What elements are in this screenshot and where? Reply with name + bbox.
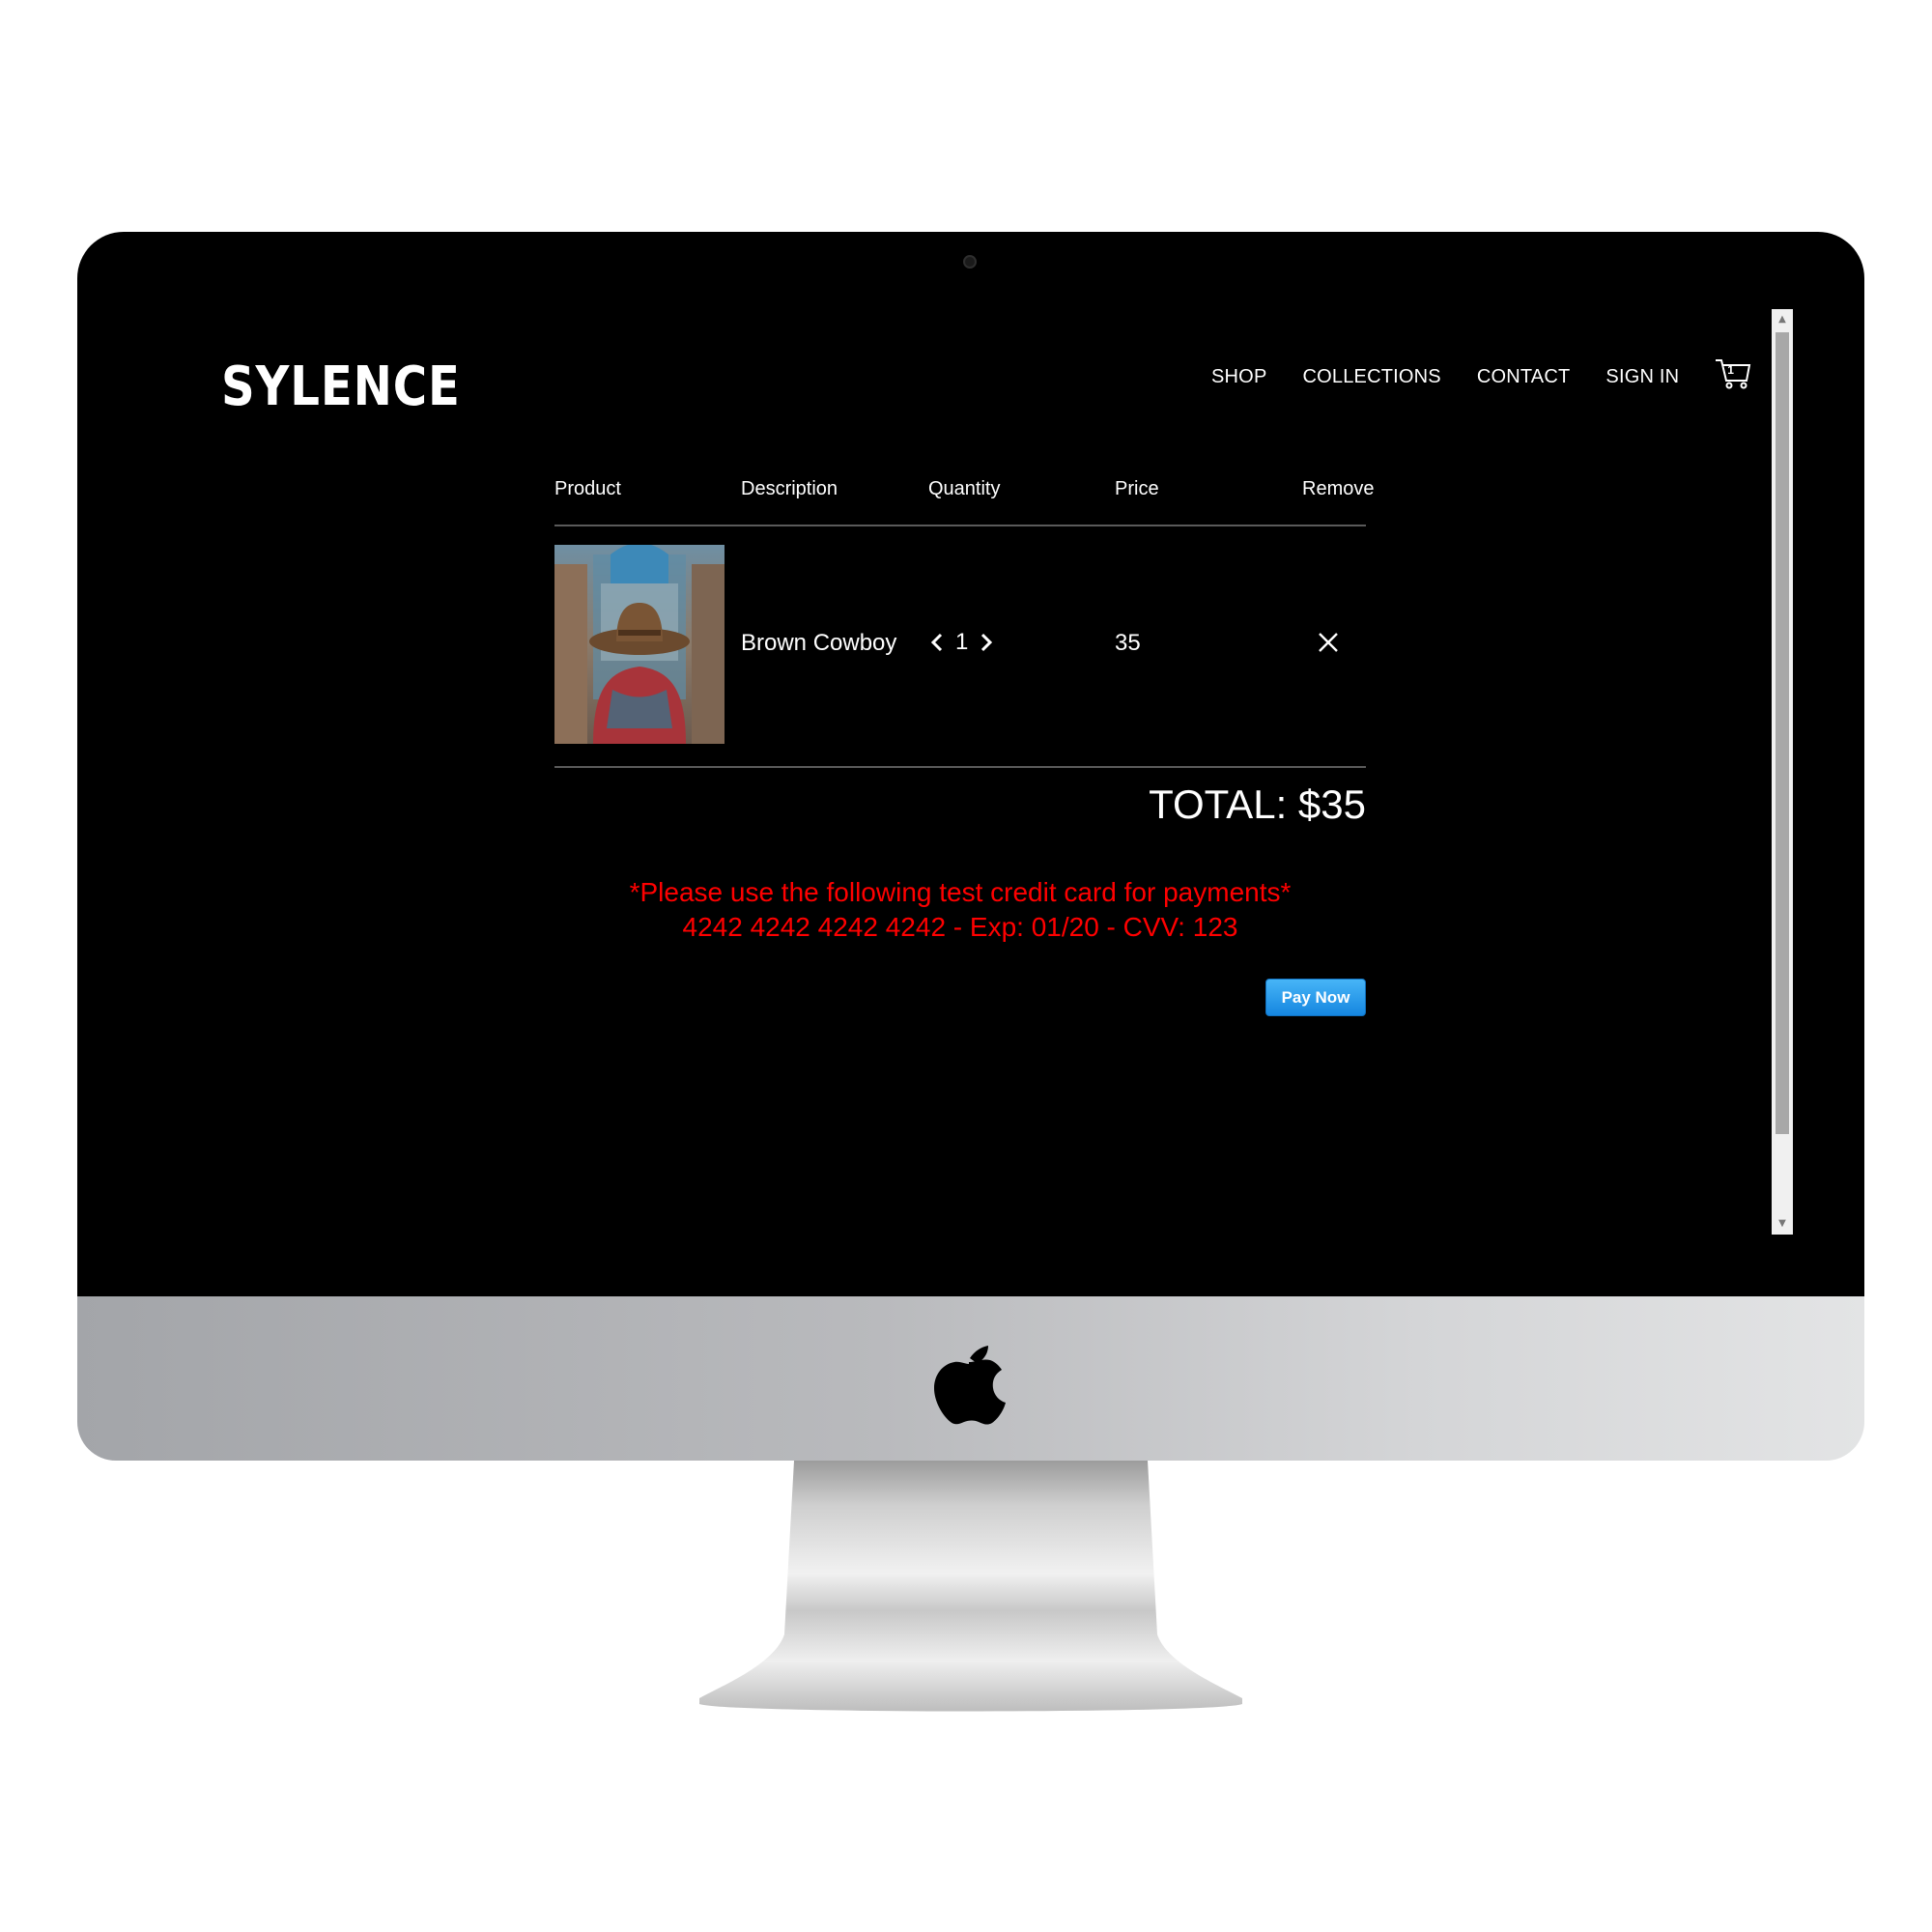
notice-line-2: 4242 4242 4242 4242 - Exp: 01/20 - CVV: … [682, 912, 1238, 942]
quantity-stepper: 1 [928, 628, 995, 657]
column-header-remove: Remove [1302, 478, 1375, 499]
column-header-product: Product [554, 478, 621, 499]
cart-table-header: Product Description Quantity Price Remov… [554, 478, 1374, 526]
cart-button[interactable]: 1 [1715, 357, 1751, 390]
scroll-thumb[interactable] [1776, 332, 1789, 1134]
imac-stand [699, 1461, 1242, 1712]
site-logo[interactable]: SYLENCE [221, 355, 461, 418]
scroll-up-arrow-icon[interactable]: ▲ [1772, 309, 1793, 330]
cart-count: 1 [1727, 363, 1734, 377]
cart-table: Product Description Quantity Price Remov… [554, 478, 1374, 1016]
item-description: Brown Cowboy [741, 630, 897, 656]
main-nav: SHOP COLLECTIONS CONTACT SIGN IN 1 [1211, 359, 1751, 390]
nav-contact[interactable]: CONTACT [1477, 366, 1571, 388]
scroll-down-arrow-icon[interactable]: ▼ [1772, 1213, 1793, 1235]
column-header-price: Price [1115, 478, 1159, 499]
column-header-description: Description [741, 478, 838, 499]
nav-shop[interactable]: SHOP [1211, 366, 1266, 388]
nav-sign-in[interactable]: SIGN IN [1605, 366, 1679, 388]
product-image[interactable] [554, 545, 724, 744]
browser-viewport: SYLENCE SHOP COLLECTIONS CONTACT SIGN IN… [149, 309, 1793, 1235]
cart-item-row: Brown Cowboy 1 35 [554, 526, 1366, 768]
chevron-left-icon[interactable] [928, 628, 946, 657]
camera-icon [963, 255, 977, 269]
cart-total: TOTAL: $35 [1149, 781, 1366, 827]
chevron-right-icon[interactable] [978, 628, 995, 657]
close-icon[interactable] [1316, 630, 1341, 655]
pay-now-button[interactable]: Pay Now [1265, 979, 1366, 1016]
notice-line-1: *Please use the following test credit ca… [629, 877, 1292, 907]
quantity-value: 1 [955, 629, 969, 655]
apple-logo-icon [934, 1346, 1006, 1425]
nav-collections[interactable]: COLLECTIONS [1302, 366, 1440, 388]
item-price: 35 [1115, 630, 1141, 656]
column-header-quantity: Quantity [928, 478, 1001, 499]
test-card-notice: *Please use the following test credit ca… [554, 875, 1366, 945]
vertical-scrollbar[interactable]: ▲ ▼ [1772, 309, 1793, 1235]
